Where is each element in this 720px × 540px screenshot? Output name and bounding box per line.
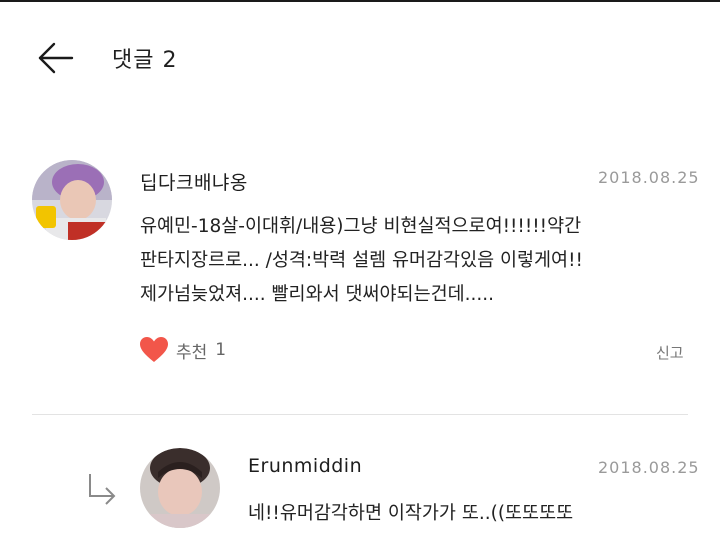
like-count: 1: [215, 340, 227, 360]
comment-body: 네!!유머감각하면 이작가가 또..((또또또또: [248, 497, 573, 531]
comment-line: 네!!유머감각하면 이작가가 또..((또또또또: [248, 503, 574, 524]
comment-line: 판타지장르로... /성격:박력 설렘 유머감각있음 이렇게여!!: [140, 250, 583, 271]
comment-date: 2018.08.25: [598, 458, 700, 477]
title-text: 댓글: [112, 48, 155, 73]
avatar-image: [32, 160, 112, 240]
avatar-image: [140, 448, 220, 528]
comment-author[interactable]: 딥다크배냐옹: [140, 168, 248, 195]
header: 댓글 2: [0, 2, 720, 102]
back-button[interactable]: [34, 36, 78, 80]
comment-author[interactable]: Erunmiddin: [248, 455, 362, 477]
like-label: 추천: [176, 342, 208, 363]
comment-date: 2018.08.25: [598, 168, 700, 187]
comment-body: 유예민-18살-이대휘/내용)그냥 비현실적으로여!!!!!!약간 판타지장르로…: [140, 210, 583, 312]
report-button[interactable]: 신고: [656, 342, 684, 363]
comment-count: 2: [162, 48, 178, 73]
like-button[interactable]: 추천 1: [140, 337, 226, 363]
left-arrow-icon: [38, 42, 74, 74]
divider: [32, 414, 688, 415]
reply-arrow-icon: [84, 470, 118, 506]
avatar[interactable]: [32, 160, 112, 240]
comment-line: 유예민-18살-이대휘/내용)그냥 비현실적으로여!!!!!!약간: [140, 216, 582, 237]
comment-line: 제가넘늦었져.... 빨리와서 댓써야되는건데.....: [140, 284, 495, 305]
page-title: 댓글 2: [112, 42, 177, 74]
avatar[interactable]: [140, 448, 220, 528]
heart-icon: [140, 337, 168, 362]
